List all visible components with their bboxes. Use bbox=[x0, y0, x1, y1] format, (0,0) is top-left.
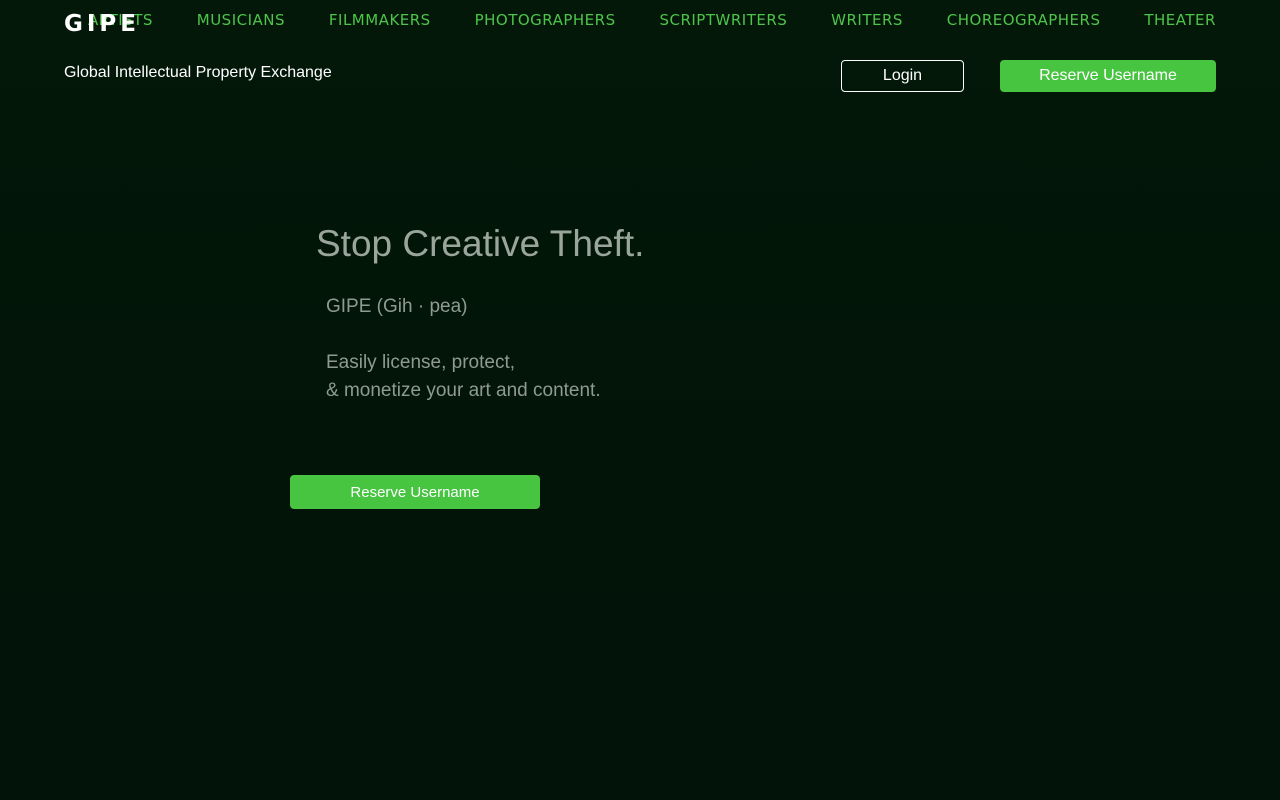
brand-tagline: Global Intellectual Property Exchange bbox=[64, 64, 332, 81]
nav-item-scriptwriters[interactable]: Scriptwriters bbox=[659, 9, 787, 31]
gipe-logo[interactable]: GIPE bbox=[64, 10, 140, 38]
reserve-username-header-button[interactable]: Reserve Username bbox=[1000, 60, 1216, 92]
nav-item-filmmakers[interactable]: Filmmakers bbox=[329, 9, 431, 31]
hero-title: Stop Creative Theft. bbox=[316, 223, 645, 264]
nav-item-musicians[interactable]: Musicians bbox=[197, 9, 285, 31]
reserve-username-hero-button[interactable]: Reserve Username bbox=[290, 475, 540, 509]
nav-item-photographers[interactable]: Photographers bbox=[475, 9, 616, 31]
hero-description: Easily license, protect, & monetize your… bbox=[326, 349, 601, 405]
hero-description-line-1: Easily license, protect, bbox=[326, 352, 516, 373]
landing-page: Artists Musicians Filmmakers Photographe… bbox=[0, 0, 1280, 800]
hero-pronunciation: GIPE (Gih · pea) bbox=[326, 296, 468, 317]
hero-description-line-2: & monetize your art and content. bbox=[326, 380, 601, 401]
category-nav: Artists Musicians Filmmakers Photographe… bbox=[88, 8, 1216, 32]
nav-item-writers[interactable]: Writers bbox=[831, 9, 903, 31]
nav-item-choreographers[interactable]: Choreographers bbox=[947, 9, 1101, 31]
login-button[interactable]: Login bbox=[841, 60, 964, 92]
nav-item-theater[interactable]: Theater bbox=[1144, 9, 1216, 31]
